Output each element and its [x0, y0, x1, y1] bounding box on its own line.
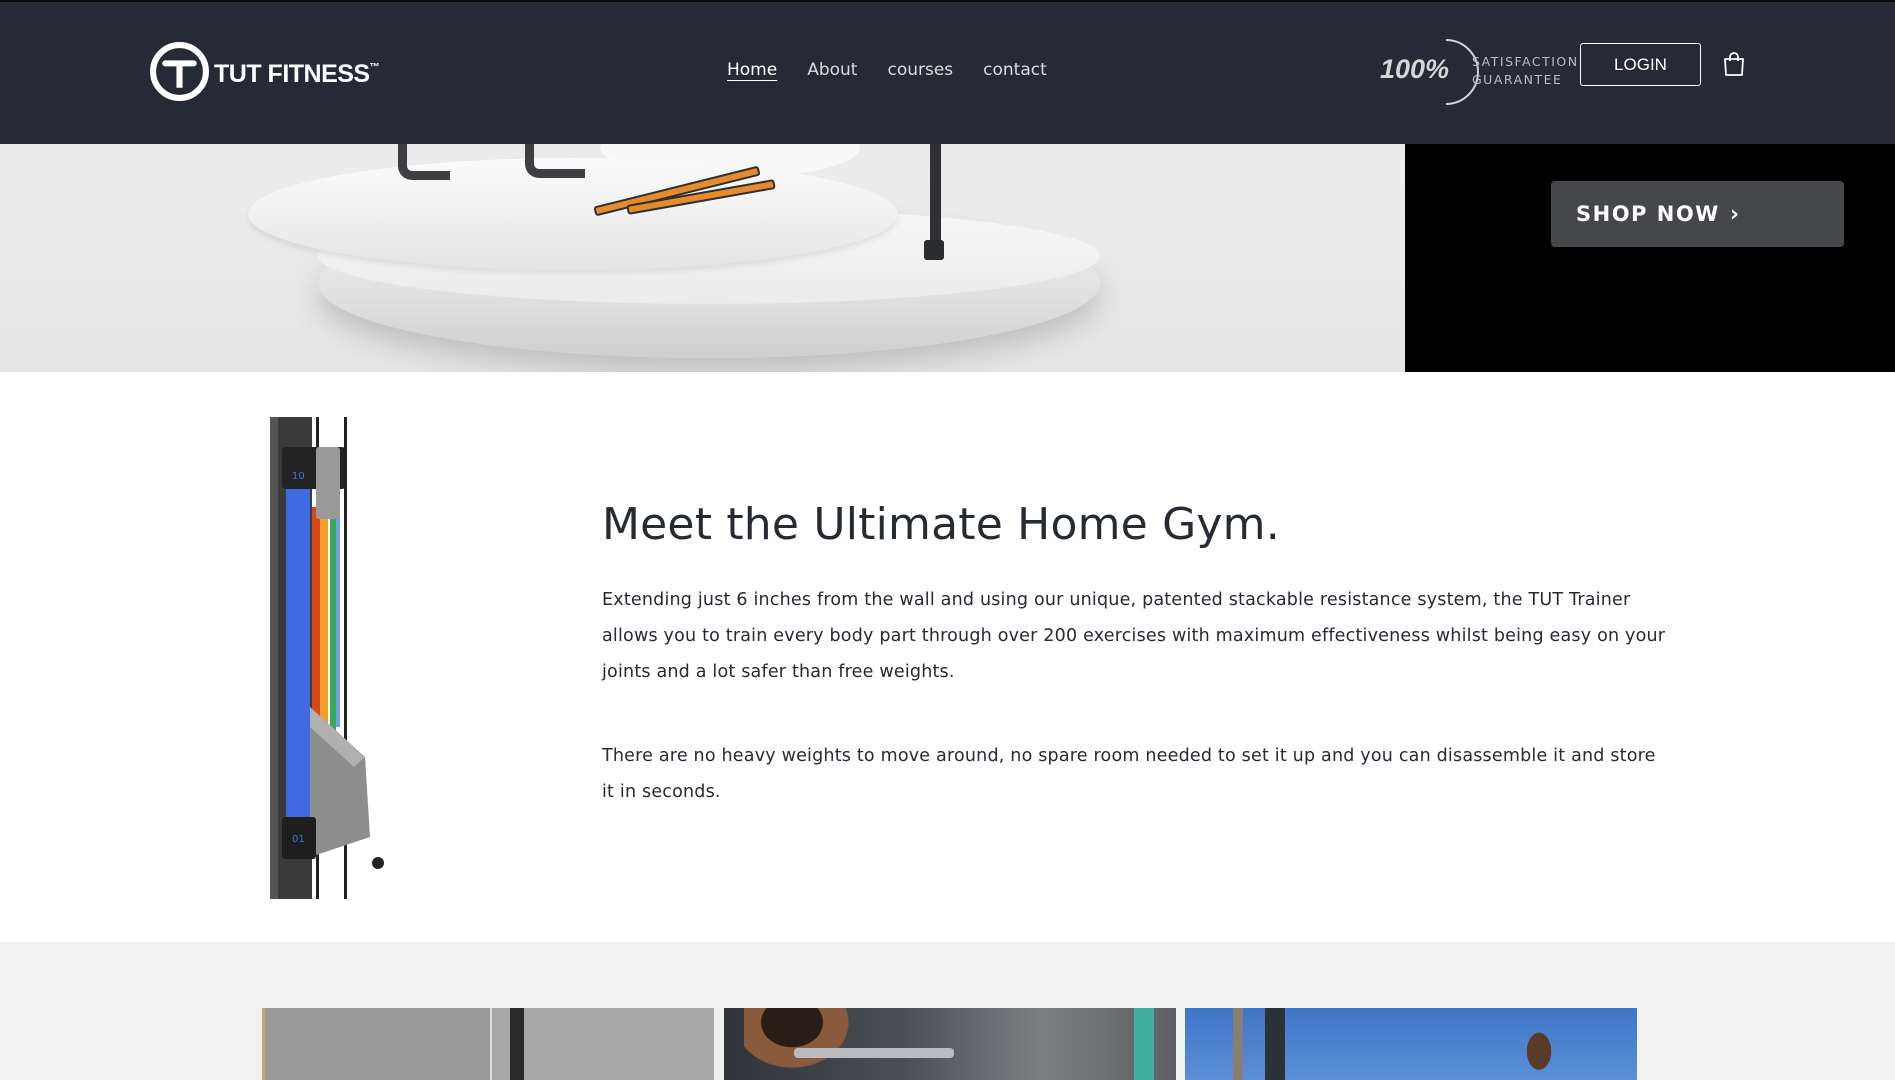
gallery-image-2-person: [744, 1008, 864, 1080]
about-paragraph-2: There are no heavy weights to move aroun…: [602, 746, 1656, 802]
guarantee-text: SATISFACTION GUARANTEE: [1472, 54, 1579, 87]
nav-home[interactable]: Home: [727, 60, 777, 80]
gallery-image-3[interactable]: [1185, 1008, 1637, 1080]
gallery-image-3-person: [1520, 1032, 1558, 1080]
main-nav: Home About courses contact: [727, 60, 1047, 80]
about-section: 10 01 Meet the Ultimate Home Gym. Extend…: [0, 372, 1895, 942]
header-top-edge: [0, 0, 1895, 2]
shop-now-button[interactable]: SHOP NOW ›: [1551, 181, 1844, 247]
about-paragraph-1: Extending just 6 inches from the wall an…: [602, 590, 1666, 682]
shop-now-label: SHOP NOW: [1576, 202, 1720, 226]
chevron-right-icon: ›: [1729, 201, 1741, 227]
about-title: Meet the Ultimate Home Gym.: [602, 499, 1280, 550]
gallery-image-2[interactable]: [724, 1008, 1176, 1080]
svg-text:10: 10: [292, 471, 305, 482]
gallery-image-2-barbell: [794, 1048, 954, 1058]
gallery-image-1[interactable]: [262, 1008, 714, 1080]
cart-icon[interactable]: [1719, 49, 1749, 79]
guarantee-percent: 100%: [1380, 54, 1450, 84]
hero-handle-left: [398, 138, 450, 180]
satisfaction-guarantee-badge: 100% SATISFACTION GUARANTEE: [1380, 36, 1580, 108]
tut-trainer-image: 10 01: [270, 417, 384, 899]
hero-handle-right: [525, 138, 585, 178]
site-logo[interactable]: TUT FITNESS™: [149, 41, 380, 102]
nav-courses[interactable]: courses: [887, 60, 953, 80]
gallery-image-3-pole: [1233, 1008, 1243, 1080]
tut-logo-icon: [150, 42, 209, 101]
gallery-section: [0, 942, 1895, 1080]
nav-about[interactable]: About: [807, 60, 857, 80]
nav-contact[interactable]: contact: [983, 60, 1047, 80]
login-button[interactable]: LOGIN: [1580, 43, 1701, 86]
site-header: TUT FITNESS™ Home About courses contact …: [0, 0, 1895, 144]
gallery-image-2-wall-accent: [1134, 1008, 1154, 1080]
hero-bar-foot: [924, 240, 944, 260]
svg-text:01: 01: [292, 834, 305, 845]
logo-wordmark: TUT FITNESS™: [214, 60, 380, 88]
gallery-image-1-bar: [510, 1008, 524, 1080]
gallery-image-3-trainer: [1265, 1008, 1285, 1080]
